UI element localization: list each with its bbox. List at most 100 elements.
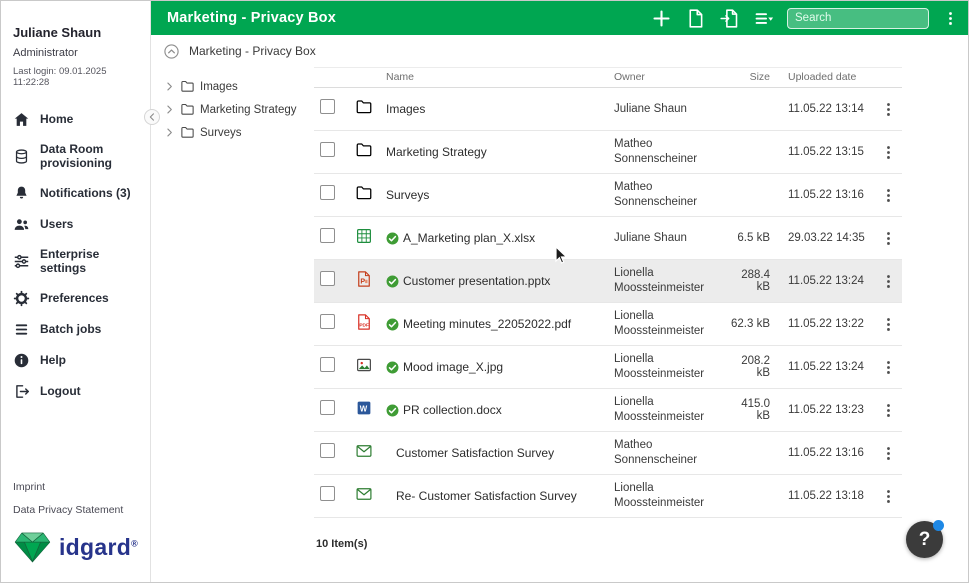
new-document-icon[interactable] (685, 8, 706, 29)
help-button[interactable]: ? (906, 520, 944, 558)
table-row[interactable]: Images Juliane Shaun 11.05.22 13:14 (314, 88, 902, 131)
sidebar-item-logout[interactable]: Logout (1, 376, 150, 407)
file-name[interactable]: A_Marketing plan_X.xlsx (403, 231, 535, 245)
tree-item-surveys[interactable]: Surveys (164, 125, 314, 140)
user-block: Juliane Shaun Administrator Last login: … (1, 11, 150, 92)
idgard-gem-icon (13, 528, 52, 566)
docx-icon: W (355, 399, 373, 417)
list-icon (13, 321, 30, 338)
sidebar-item-home[interactable]: Home (1, 104, 150, 135)
row-menu-button[interactable] (880, 101, 897, 118)
topbar-actions (651, 8, 774, 29)
folder-icon (355, 98, 373, 116)
table-row[interactable]: A_Marketing plan_X.xlsx Juliane Shaun 6.… (314, 217, 902, 260)
file-name[interactable]: Re- Customer Satisfaction Survey (396, 489, 577, 503)
row-checkbox[interactable] (320, 142, 335, 157)
import-document-icon[interactable] (719, 8, 740, 29)
file-name[interactable]: Customer Satisfaction Survey (396, 446, 554, 460)
file-name[interactable]: Customer presentation.pptx (403, 274, 550, 288)
column-header-uploaded-date[interactable]: Uploaded date (788, 71, 880, 83)
tree-item-marketing-strategy[interactable]: Marketing Strategy (164, 102, 314, 117)
row-checkbox[interactable] (320, 185, 335, 200)
table-row[interactable]: Re- Customer Satisfaction Survey Lionell… (314, 475, 902, 518)
row-menu-button[interactable] (880, 445, 897, 462)
file-size: 62.3 kB (731, 318, 770, 330)
file-name[interactable]: Mood image_X.jpg (403, 360, 503, 374)
panel-collapse-handle[interactable] (144, 109, 160, 125)
table-row[interactable]: Surveys Matheo Sonnenscheiner 11.05.22 1… (314, 174, 902, 217)
chevron-right-icon[interactable] (164, 81, 175, 92)
column-header-size[interactable]: Size (726, 71, 788, 83)
footer-link-imprint[interactable]: Imprint (13, 481, 138, 493)
breadcrumb-label[interactable]: Marketing - Privacy Box (189, 44, 316, 58)
row-checkbox[interactable] (320, 443, 335, 458)
tree-item-images[interactable]: Images (164, 79, 314, 94)
sidebar-item-data-room-provisioning[interactable]: Data Room provisioning (1, 135, 150, 178)
row-menu-button[interactable] (880, 187, 897, 204)
sidebar-item-enterprise-settings[interactable]: Enterprise settings (1, 240, 150, 283)
row-menu-button[interactable] (880, 359, 897, 376)
row-checkbox[interactable] (320, 271, 335, 286)
table-row[interactable]: Customer Satisfaction Survey Matheo Sonn… (314, 432, 902, 475)
xlsx-icon (355, 227, 373, 245)
file-name[interactable]: Surveys (386, 188, 429, 202)
row-checkbox[interactable] (320, 228, 335, 243)
file-name[interactable]: Meeting minutes_22052022.pdf (403, 317, 571, 331)
sidebar-item-notifications-3[interactable]: Notifications (3) (1, 178, 150, 209)
pdf-icon: PDF (355, 313, 373, 331)
file-owner: Lionella Moossteinmeister (614, 482, 705, 509)
row-menu-button[interactable] (880, 488, 897, 505)
row-menu-button[interactable] (880, 402, 897, 419)
chevron-right-icon[interactable] (164, 127, 175, 138)
file-owner: Lionella Moossteinmeister (614, 396, 705, 423)
file-owner: Matheo Sonnenscheiner (614, 181, 698, 208)
row-checkbox[interactable] (320, 400, 335, 415)
file-name[interactable]: Images (386, 102, 425, 116)
table-row[interactable]: Mood image_X.jpg Lionella Moossteinmeist… (314, 346, 902, 389)
row-checkbox[interactable] (320, 486, 335, 501)
table-row[interactable]: PDF Meeting minutes_22052022.pdf Lionell… (314, 303, 902, 346)
view-options-icon[interactable] (753, 8, 774, 29)
sidebar-item-help[interactable]: Help (1, 345, 150, 376)
sidebar-item-users[interactable]: Users (1, 209, 150, 240)
column-header-owner[interactable]: Owner (614, 71, 726, 83)
verified-badge-icon (386, 361, 399, 374)
file-uploaded-date: 29.03.22 14:35 (788, 232, 865, 244)
user-name: Juliane Shaun (13, 25, 102, 40)
help-label: ? (918, 528, 931, 550)
row-menu-button[interactable] (880, 316, 897, 333)
sidebar-item-batch-jobs[interactable]: Batch jobs (1, 314, 150, 345)
row-checkbox[interactable] (320, 99, 335, 114)
column-header-name[interactable]: Name (386, 71, 614, 83)
row-checkbox[interactable] (320, 357, 335, 372)
sidebar-item-preferences[interactable]: Preferences (1, 283, 150, 314)
table-row[interactable]: W PR collection.docx Lionella Moossteinm… (314, 389, 902, 432)
sidebar-item-label: Enterprise settings (40, 246, 100, 276)
table-row[interactable]: P Customer presentation.pptx Lionella Mo… (314, 260, 902, 303)
breadcrumb: Marketing - Privacy Box (151, 35, 968, 67)
message-icon (355, 442, 373, 460)
row-menu-button[interactable] (880, 273, 897, 290)
file-name[interactable]: Marketing Strategy (386, 145, 487, 159)
plus-icon[interactable] (651, 8, 672, 29)
table-row[interactable]: Marketing Strategy Matheo Sonnenscheiner… (314, 131, 902, 174)
chevron-right-icon[interactable] (164, 104, 175, 115)
tree-item-label: Surveys (200, 126, 242, 139)
file-name[interactable]: PR collection.docx (403, 403, 502, 417)
circle-chevron-up-icon[interactable] (163, 43, 180, 60)
row-checkbox[interactable] (320, 314, 335, 329)
file-owner: Lionella Moossteinmeister (614, 353, 705, 380)
footer-link-data-privacy-statement[interactable]: Data Privacy Statement (13, 504, 138, 516)
sidebar-item-label: Help (40, 352, 67, 367)
search-input[interactable] (795, 12, 921, 24)
folder-icon (180, 125, 195, 140)
verified-badge-icon (386, 318, 399, 331)
file-owner: Juliane Shaun (614, 231, 687, 244)
file-owner: Lionella Moossteinmeister (614, 267, 705, 294)
folder-icon (355, 184, 373, 202)
kebab-icon[interactable] (942, 9, 959, 28)
sidebar-item-label: Logout (40, 383, 81, 398)
row-menu-button[interactable] (880, 230, 897, 247)
last-login: Last login: 09.01.2025 11:22:28 (13, 66, 107, 88)
row-menu-button[interactable] (880, 144, 897, 161)
